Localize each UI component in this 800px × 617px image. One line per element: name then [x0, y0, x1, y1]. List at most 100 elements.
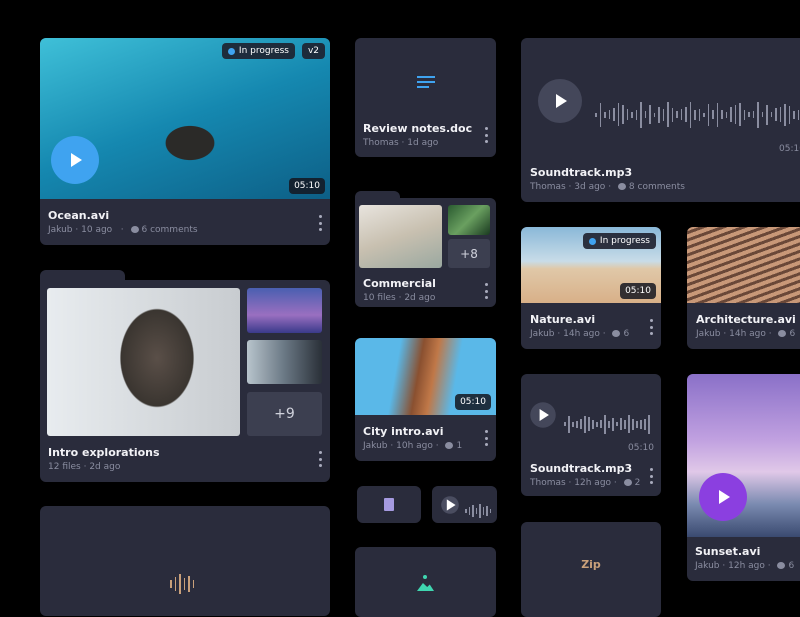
image-file-card[interactable]	[355, 547, 496, 617]
video-card-architecture[interactable]: Architecture.avi Jakub · 14h ago · 6	[687, 227, 800, 349]
folder-card-intro[interactable]: +9 Intro explorations 12 files · 2d ago	[40, 280, 330, 482]
waveform-bar	[564, 422, 566, 427]
waveform-bar	[676, 111, 678, 119]
image-icon	[417, 583, 434, 591]
video-card-nature[interactable]: In progress 05:10 Nature.avi Jakub · 14h…	[521, 227, 661, 349]
waveform-bar	[588, 417, 590, 432]
file-title: City intro.avi	[363, 425, 444, 438]
audio-mini-card[interactable]	[432, 486, 497, 523]
doc-card-review[interactable]: Review notes.doc Thomas · 1d ago	[355, 38, 496, 157]
waveform-bar	[649, 105, 651, 124]
play-button[interactable]	[51, 136, 99, 184]
waveform-bar	[752, 111, 754, 118]
waveform-bar	[628, 415, 630, 434]
folder-image-thumb	[448, 205, 490, 235]
waveform-bar	[770, 112, 772, 118]
comment-icon	[617, 183, 626, 190]
waveform-bar	[784, 103, 786, 126]
waveform-bar	[721, 110, 723, 120]
waveform-bar	[624, 419, 626, 429]
waveform-bar	[757, 101, 759, 128]
waveform-bar	[648, 415, 650, 434]
play-button[interactable]	[530, 402, 556, 428]
waveform-bar	[743, 109, 745, 120]
waveform-bar	[568, 415, 570, 433]
folder-title: Intro explorations	[48, 446, 160, 459]
video-card-city[interactable]: 05:10 City intro.avi Jakub · 10h ago · 1	[355, 338, 496, 461]
waveform-bar	[788, 105, 790, 124]
more-files-count[interactable]: +8	[448, 239, 490, 268]
file-title: Architecture.avi	[696, 313, 796, 326]
file-meta: Jakub · 12h ago · 6	[695, 561, 795, 571]
more-menu-button[interactable]	[484, 283, 488, 299]
file-title: Ocean.avi	[48, 209, 110, 222]
waveform-bar	[616, 422, 618, 427]
waveform-bar	[580, 419, 582, 430]
play-button[interactable]	[441, 496, 459, 514]
waveform-bar	[635, 109, 637, 120]
folder-image-main	[359, 205, 442, 268]
zip-label: Zip	[581, 558, 601, 571]
comment-icon	[778, 330, 787, 337]
waveform-bar	[698, 108, 700, 121]
more-menu-button[interactable]	[484, 430, 488, 446]
zip-file-card[interactable]: Zip	[521, 522, 661, 617]
audio-card-soundtrack[interactable]: 05:10 Soundtrack.mp3 Thomas · 3d ago · 8…	[521, 38, 800, 202]
waveform-bar	[766, 104, 768, 125]
waveform-bar	[667, 102, 669, 128]
status-text: In progress	[238, 46, 289, 56]
waveform	[465, 504, 491, 518]
version-badge: v2	[301, 43, 325, 59]
file-title: Soundtrack.mp3	[530, 166, 633, 179]
waveform-bar	[600, 420, 602, 429]
comment-icon	[777, 562, 786, 569]
waveform-bar	[592, 419, 594, 429]
architecture-thumbnail	[687, 227, 800, 303]
waveform-bar	[793, 110, 795, 119]
duration: 05:10	[628, 443, 654, 453]
waveform-bar	[640, 419, 642, 429]
waveform-bar	[730, 107, 732, 122]
more-menu-button[interactable]	[318, 451, 322, 467]
folder-title: Commercial	[363, 277, 436, 290]
status-badge: In progress	[582, 233, 656, 249]
document-icon	[417, 76, 435, 88]
waveform-bar	[685, 107, 687, 123]
waveform-bar	[703, 112, 705, 117]
more-menu-button[interactable]	[649, 468, 653, 484]
play-button[interactable]	[538, 79, 582, 123]
waveform-bar	[584, 416, 586, 433]
more-menu-button[interactable]	[649, 319, 653, 335]
play-button[interactable]	[699, 473, 747, 521]
folder-card-commercial[interactable]: +8 Commercial 10 files · 2d ago	[355, 198, 496, 307]
more-menu-button[interactable]	[318, 215, 322, 231]
more-files-count[interactable]: +9	[247, 392, 322, 436]
waveform-bar	[775, 108, 777, 122]
waveform-bar	[653, 112, 655, 117]
file-title: Nature.avi	[530, 313, 596, 326]
status-text: In progress	[599, 236, 650, 246]
waveform-bar	[725, 111, 727, 118]
waveform-bar	[694, 109, 696, 120]
file-meta: Jakub · 10h ago · 1	[363, 441, 463, 451]
waveform-bar	[617, 103, 619, 127]
waveform-bar	[620, 418, 622, 431]
comment-icon	[623, 479, 632, 486]
video-card-sunset[interactable]: Sunset.avi Jakub · 12h ago · 6	[687, 374, 800, 581]
waveform-bar	[662, 108, 664, 121]
file-title: Sunset.avi	[695, 545, 761, 558]
file-title: Soundtrack.mp3	[530, 462, 633, 475]
file-mini-card[interactable]	[357, 486, 421, 523]
waveform-bar	[608, 110, 610, 120]
duration: 05:10	[779, 144, 800, 154]
waveform-bar	[680, 109, 682, 121]
file-meta: Jakub · 14h ago · 6	[530, 329, 630, 339]
waveform-bar	[716, 102, 718, 127]
more-menu-button[interactable]	[484, 127, 488, 143]
waveform-bar	[599, 102, 601, 127]
waveform	[564, 415, 650, 434]
video-card-ocean[interactable]: In progress v2 05:10 Ocean.avi Jakub · 1…	[40, 38, 330, 245]
waveform-bar	[608, 421, 610, 428]
audio-card-soundtrack-small[interactable]: 05:10 Soundtrack.mp3 Thomas · 12h ago · …	[521, 374, 661, 496]
waveform-bar	[707, 103, 709, 126]
